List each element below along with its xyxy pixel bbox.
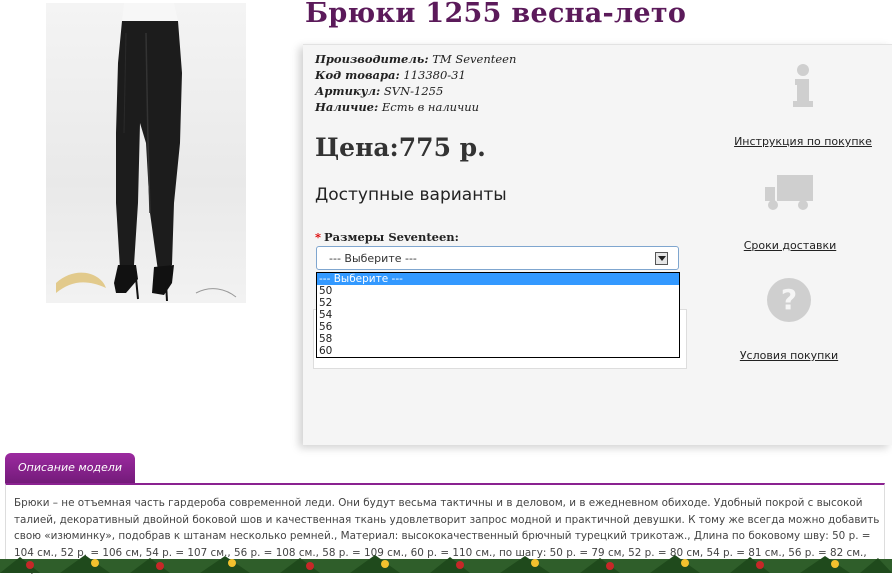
svg-text:?: ? bbox=[781, 283, 797, 316]
meta-manufacturer: Производитель: TM Seventeen bbox=[315, 51, 516, 67]
truck-icon bbox=[765, 175, 813, 210]
product-info-panel: Производитель: TM Seventeen Код товара: … bbox=[303, 44, 892, 445]
meta-value: Есть в наличии bbox=[381, 100, 480, 114]
product-price: Цена:775 р. bbox=[315, 133, 486, 162]
meta-value[interactable]: TM Seventeen bbox=[432, 52, 516, 66]
size-label-text: Размеры Seventeen: bbox=[324, 230, 459, 244]
size-select[interactable]: --- Выберите --- bbox=[316, 246, 679, 270]
terms-link[interactable]: Условия покупки bbox=[709, 349, 869, 362]
meta-label: Производитель: bbox=[315, 52, 429, 66]
meta-sku: Артикул: SVN-1255 bbox=[315, 83, 516, 99]
size-option[interactable]: 58 bbox=[317, 333, 679, 345]
instructions-link[interactable]: Инструкция по покупке bbox=[723, 135, 883, 148]
meta-availability: Наличие: Есть в наличии bbox=[315, 99, 516, 115]
meta-label: Наличие: bbox=[315, 100, 379, 114]
garland-decoration bbox=[0, 555, 892, 573]
chevron-down-icon[interactable] bbox=[655, 252, 668, 265]
trousers-image bbox=[56, 3, 237, 302]
tab-description[interactable]: Описание модели bbox=[5, 453, 135, 483]
delivery-link[interactable]: Сроки доставки bbox=[710, 239, 870, 252]
product-title: Брюки 1255 весна-лето bbox=[305, 0, 687, 29]
meta-value: 113380-31 bbox=[403, 68, 466, 82]
size-option[interactable]: 60 bbox=[317, 345, 679, 357]
question-icon: ? bbox=[767, 278, 811, 322]
meta-label: Артикул: bbox=[315, 84, 381, 98]
instructions-block: Инструкция по покупке bbox=[723, 63, 883, 148]
terms-block: ? Условия покупки bbox=[709, 277, 869, 362]
delivery-block: Сроки доставки bbox=[710, 171, 870, 252]
size-option[interactable]: 56 bbox=[317, 321, 679, 333]
meta-value: SVN-1255 bbox=[383, 84, 444, 98]
required-mark: * bbox=[315, 230, 322, 244]
variants-heading: Доступные варианты bbox=[315, 185, 507, 205]
info-icon bbox=[793, 64, 813, 107]
size-option[interactable]: 54 bbox=[317, 309, 679, 321]
size-option[interactable]: --- Выберите --- bbox=[317, 273, 679, 285]
size-select-value: --- Выберите --- bbox=[329, 252, 417, 265]
size-label: * Размеры Seventeen: bbox=[315, 230, 459, 244]
meta-label: Код товара: bbox=[315, 68, 400, 82]
size-option[interactable]: 50 bbox=[317, 285, 679, 297]
size-dropdown-list[interactable]: --- Выберите --- 50 52 54 56 58 60 bbox=[316, 272, 680, 358]
meta-product-code: Код товара: 113380-31 bbox=[315, 67, 516, 83]
size-option[interactable]: 52 bbox=[317, 297, 679, 309]
product-meta: Производитель: TM Seventeen Код товара: … bbox=[315, 51, 516, 115]
product-photo[interactable] bbox=[46, 3, 246, 303]
